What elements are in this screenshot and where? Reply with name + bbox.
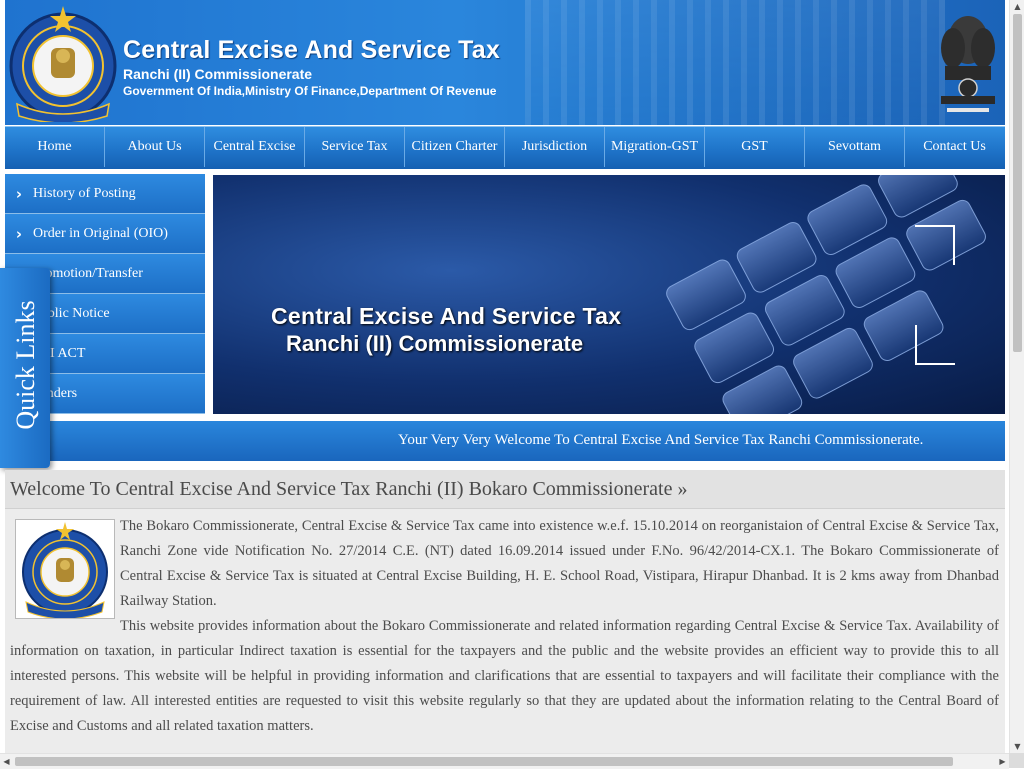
nav-item-about-us[interactable]: About Us — [105, 127, 205, 167]
site-header: Central Excise And Service Tax Ranchi (I… — [5, 0, 1005, 125]
banner-subtitle: Ranchi (II) Commissionerate — [286, 331, 584, 356]
nav-item-gst[interactable]: GST — [705, 127, 805, 167]
sidebar-item-history-of-posting[interactable]: › History of Posting — [5, 174, 205, 214]
chevron-right-icon: › — [15, 224, 23, 243]
welcome-heading-bar: Welcome To Central Excise And Service Ta… — [5, 470, 1005, 509]
horizontal-scroll-thumb[interactable] — [15, 757, 953, 766]
nav-item-jurisdiction[interactable]: Jurisdiction — [505, 127, 605, 167]
site-title: Central Excise And Service Tax — [123, 36, 501, 64]
intro-paragraph: The Bokaro Commissionerate, Central Exci… — [120, 518, 999, 609]
vertical-scroll-thumb[interactable] — [1013, 14, 1022, 352]
scroll-down-arrow-icon[interactable]: ▼ — [1010, 740, 1024, 753]
horizontal-scrollbar[interactable]: ◀ ▶ — [0, 753, 1009, 769]
nav-item-contact-us[interactable]: Contact Us — [905, 127, 1004, 167]
about-website-paragraph: This website provides information about … — [10, 618, 999, 734]
calculator-keys-image — [666, 175, 986, 414]
banner-corner-decoration — [915, 225, 955, 265]
scroll-right-arrow-icon[interactable]: ▶ — [996, 754, 1009, 769]
page: Central Excise And Service Tax Ranchi (I… — [0, 0, 1009, 753]
commissionerate-logo — [15, 519, 115, 620]
quick-links-tab[interactable]: Quick Links — [0, 268, 50, 468]
scrollbar-corner — [1009, 753, 1024, 768]
header-building-background — [525, 0, 945, 125]
welcome-heading: Welcome To Central Excise And Service Ta… — [10, 478, 688, 500]
banner-corner-decoration — [915, 325, 955, 365]
quick-links-label: Quick Links — [11, 300, 40, 430]
main-nav: Home About Us Central Excise Service Tax… — [5, 126, 1005, 169]
cbec-emblem-icon — [22, 522, 108, 620]
ashoka-emblem-icon — [941, 16, 995, 112]
site-subtitle: Ranchi (II) Commissionerate — [123, 66, 313, 82]
scroll-up-arrow-icon[interactable]: ▲ — [1010, 0, 1024, 13]
sidebar-item-label: Order in Original (OIO) — [33, 225, 168, 241]
nav-item-sevottam[interactable]: Sevottam — [805, 127, 905, 167]
chevron-right-icon: › — [15, 184, 23, 203]
nav-item-migration-gst[interactable]: Migration-GST — [605, 127, 705, 167]
banner-title: Central Excise And Service Tax — [271, 303, 622, 329]
sidebar-item-order-in-original[interactable]: › Order in Original (OIO) — [5, 214, 205, 254]
banner-image: Central Excise And Service Tax Ranchi (I… — [213, 175, 1005, 414]
welcome-content: The Bokaro Commissionerate, Central Exci… — [5, 509, 1005, 753]
ministry-line: Government Of India,Ministry Of Finance,… — [123, 84, 497, 98]
sidebar-item-label: History of Posting — [33, 185, 136, 201]
marquee-text: Your Very Very Welcome To Central Excise… — [398, 432, 924, 448]
welcome-marquee: Your Very Very Welcome To Central Excise… — [5, 421, 1005, 461]
nav-item-central-excise[interactable]: Central Excise — [205, 127, 305, 167]
nav-item-home[interactable]: Home — [5, 127, 105, 167]
scroll-left-arrow-icon[interactable]: ◀ — [0, 754, 13, 769]
cbec-emblem-icon — [9, 6, 117, 122]
nav-item-service-tax[interactable]: Service Tax — [305, 127, 405, 167]
vertical-scrollbar[interactable]: ▲ ▼ — [1009, 0, 1024, 753]
nav-item-citizen-charter[interactable]: Citizen Charter — [405, 127, 505, 167]
